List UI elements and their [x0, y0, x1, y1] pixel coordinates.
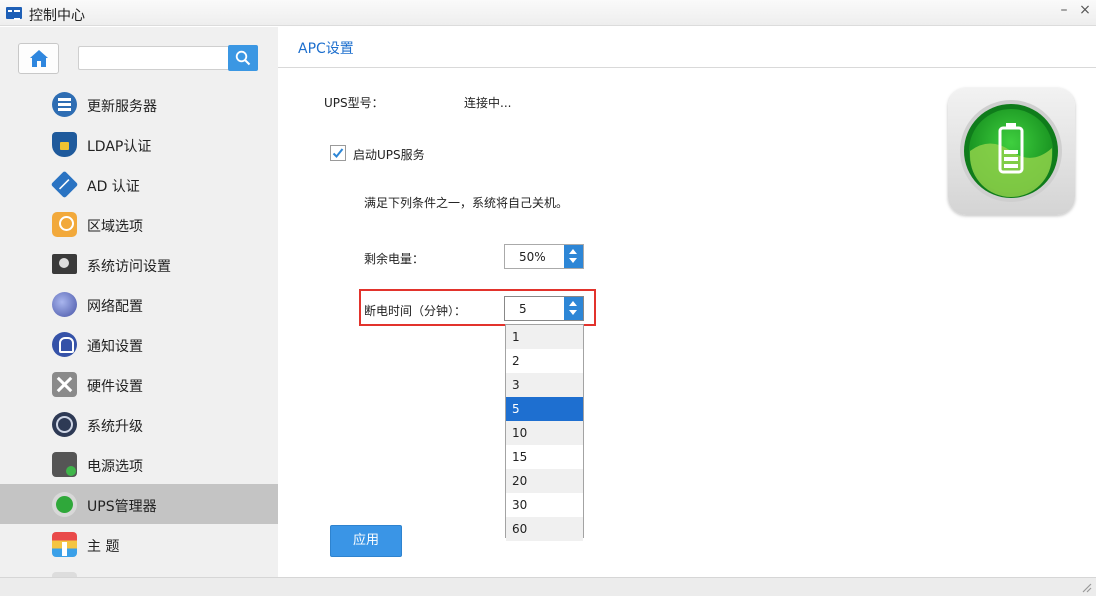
bell-icon [52, 332, 77, 357]
outage-time-stepper[interactable]: 5 [504, 296, 584, 321]
dropdown-option-selected[interactable]: 5 [506, 397, 583, 421]
sidebar-item-label: 系统访问设置 [87, 259, 171, 275]
option-label: 3 [512, 378, 520, 392]
sidebar-item-ldap[interactable]: LDAP认证 [0, 124, 278, 164]
sidebar-item-ups-manager[interactable]: UPS管理器 [0, 484, 278, 524]
search-input[interactable] [78, 46, 228, 70]
resize-grip-icon[interactable] [1080, 581, 1092, 593]
minimize-button[interactable]: – [1057, 2, 1071, 18]
update-server-icon [52, 92, 77, 117]
network-globe-icon [52, 292, 77, 317]
option-label: 10 [512, 426, 528, 440]
sidebar-item-label: 网络配置 [87, 299, 143, 315]
sidebar: 更新服务器 LDAP认证 AD 认证 区域选项 系统访问设置 网络配置 通知设置 [0, 27, 278, 577]
region-icon [52, 212, 77, 237]
option-label: 2 [512, 354, 520, 368]
sidebar-item-label: 主 题 [87, 539, 120, 555]
dropdown-option[interactable]: 15 [506, 445, 583, 469]
ups-model-value: 连接中... [464, 96, 512, 110]
panel-title: APC设置 [298, 41, 354, 57]
stepper-arrows[interactable] [564, 297, 583, 320]
tools-icon [52, 372, 77, 397]
sidebar-item-label: UPS管理器 [87, 499, 157, 515]
arrow-up-icon [569, 249, 577, 254]
option-label: 15 [512, 450, 528, 464]
sidebar-item-label: AD 认证 [87, 179, 140, 195]
ups-battery-logo [948, 88, 1075, 215]
panel-header: APC设置 [278, 27, 1096, 68]
home-icon [30, 50, 48, 67]
outage-time-dropdown: 1 2 3 5 10 15 20 30 60 [505, 324, 584, 541]
dropdown-option[interactable]: 20 [506, 469, 583, 493]
option-label: 5 [512, 402, 520, 416]
close-button[interactable]: × [1078, 2, 1092, 18]
ups-icon [52, 492, 77, 517]
battery-icon [960, 100, 1062, 202]
power-icon [52, 452, 77, 477]
sidebar-item-network[interactable]: 网络配置 [0, 284, 278, 324]
enable-ups-label[interactable]: 启动UPS服务 [353, 146, 425, 163]
arrow-down-icon [569, 310, 577, 315]
sidebar-item-label: 硬件设置 [87, 379, 143, 395]
apply-button[interactable]: 应用 [330, 525, 402, 557]
sidebar-item-label: LDAP认证 [87, 139, 152, 155]
dropdown-option[interactable]: 10 [506, 421, 583, 445]
sidebar-item-label: 通知设置 [87, 339, 143, 355]
status-bar [0, 577, 1096, 596]
control-center-icon [6, 7, 22, 20]
sidebar-item-label: 更新服务器 [87, 99, 157, 115]
sidebar-nav: 更新服务器 LDAP认证 AD 认证 区域选项 系统访问设置 网络配置 通知设置 [0, 84, 278, 577]
title-bar: 控制中心 – × [0, 0, 1096, 26]
home-button[interactable] [18, 43, 59, 74]
dropdown-option[interactable]: 30 [506, 493, 583, 517]
outage-time-label: 断电时间（分钟）： [364, 304, 467, 318]
sidebar-item-partial[interactable] [0, 564, 278, 577]
sidebar-item-theme[interactable]: 主 题 [0, 524, 278, 564]
battery-level-value: 50% [519, 250, 546, 264]
battery-level-stepper[interactable]: 50% [504, 244, 584, 269]
upgrade-globe-icon [52, 412, 77, 437]
ups-settings-panel: APC设置 UPS型号： 连接中... 启动UPS服务 满足下列条件之一，系统将… [278, 27, 1096, 577]
theme-icon [52, 532, 77, 557]
checkmark-icon [332, 148, 344, 158]
enable-ups-checkbox[interactable] [330, 145, 346, 161]
sidebar-item-system-access[interactable]: 系统访问设置 [0, 244, 278, 284]
stepper-arrows[interactable] [564, 245, 583, 268]
sidebar-item-upgrade[interactable]: 系统升级 [0, 404, 278, 444]
search-button[interactable] [228, 45, 258, 71]
ups-model-label: UPS型号： [324, 96, 384, 110]
battery-level-label: 剩余电量： [364, 252, 425, 266]
option-label: 60 [512, 522, 528, 536]
sidebar-item-label: 区域选项 [87, 219, 143, 235]
dropdown-option[interactable]: 3 [506, 373, 583, 397]
option-label: 30 [512, 498, 528, 512]
sidebar-item-ad[interactable]: AD 认证 [0, 164, 278, 204]
dropdown-option[interactable]: 60 [506, 517, 583, 541]
window-title: 控制中心 [29, 8, 85, 24]
sidebar-item-region[interactable]: 区域选项 [0, 204, 278, 244]
sidebar-item-power[interactable]: 电源选项 [0, 444, 278, 484]
shutdown-condition-text: 满足下列条件之一，系统将自己关机。 [364, 196, 569, 210]
sidebar-item-label: 电源选项 [87, 459, 143, 475]
option-label: 20 [512, 474, 528, 488]
option-label: 1 [512, 330, 520, 344]
access-users-icon [52, 254, 77, 274]
sidebar-item-update-server[interactable]: 更新服务器 [0, 84, 278, 124]
arrow-down-icon [569, 258, 577, 263]
sidebar-item-label: 系统升级 [87, 419, 143, 435]
ad-diamond-icon [50, 170, 79, 199]
dropdown-option[interactable]: 1 [506, 325, 583, 349]
ldap-shield-icon [52, 132, 77, 157]
sidebar-item-hardware[interactable]: 硬件设置 [0, 364, 278, 404]
arrow-up-icon [569, 301, 577, 306]
sidebar-item-notification[interactable]: 通知设置 [0, 324, 278, 364]
dropdown-option[interactable]: 2 [506, 349, 583, 373]
outage-time-value: 5 [519, 302, 527, 316]
search-icon [235, 50, 251, 66]
